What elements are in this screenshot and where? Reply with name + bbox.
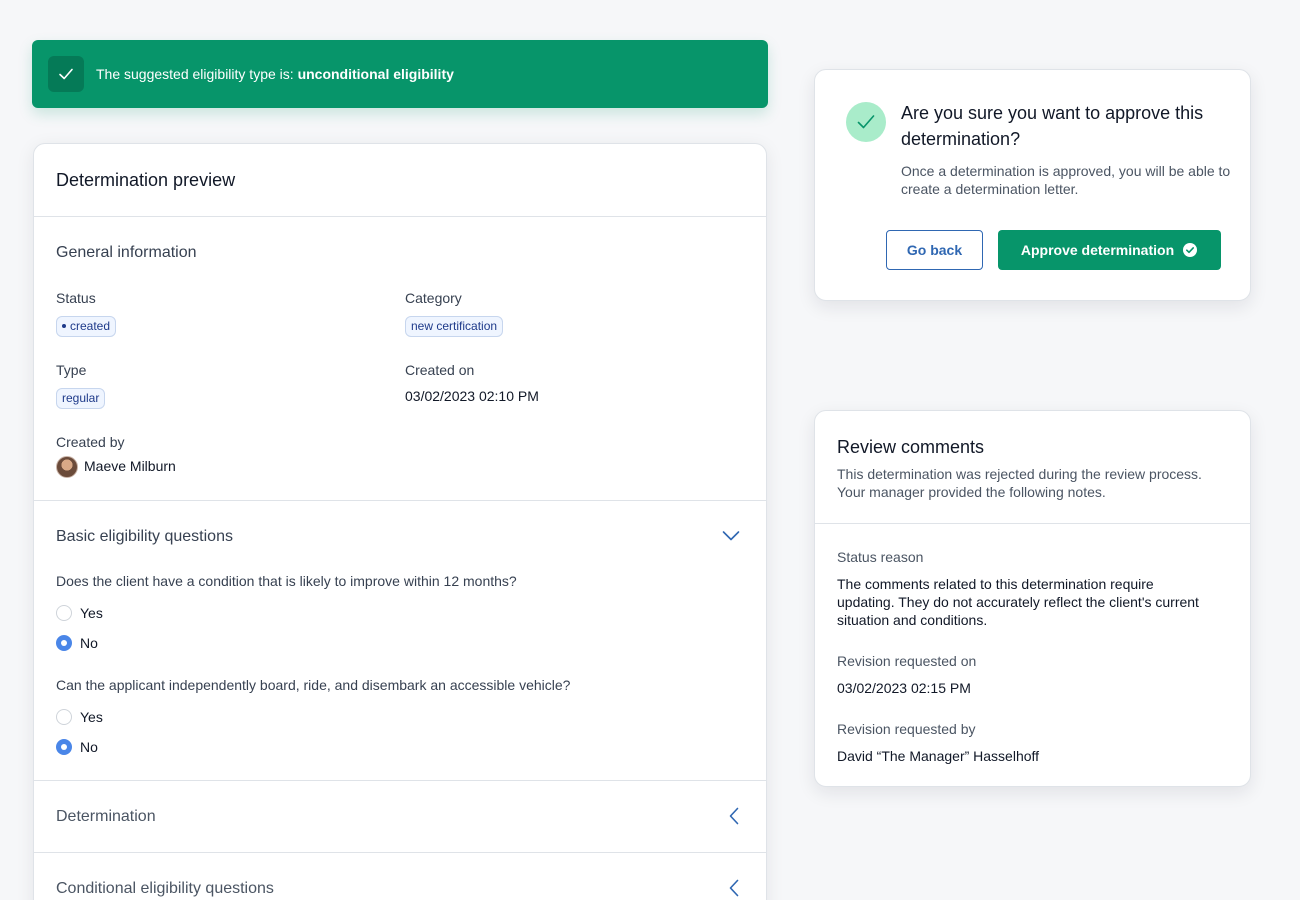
status-reason-value: The comments related to this determinati… <box>837 576 1199 628</box>
review-title: Review comments <box>837 437 985 457</box>
created-by-label: Created by <box>56 434 125 450</box>
approve-button-label: Approve determination <box>1020 242 1175 258</box>
banner-prefix: The suggested eligibility type is: <box>96 66 298 82</box>
go-back-button[interactable]: Go back <box>886 230 983 270</box>
radio-option-yes[interactable]: Yes <box>56 709 103 725</box>
section-title: Basic eligibility questions <box>56 528 233 545</box>
radio-label: Yes <box>80 605 103 621</box>
revision-by-label: Revision requested by <box>837 721 976 737</box>
question-text: Does the client have a condition that is… <box>56 573 517 589</box>
general-information-section: General information Status created Categ… <box>34 217 766 501</box>
banner-text: The suggested eligibility type is: uncon… <box>96 66 454 82</box>
section-title: General information <box>56 244 197 261</box>
radio-option-yes[interactable]: Yes <box>56 605 103 621</box>
check-circle-icon <box>1182 242 1198 258</box>
type-badge: regular <box>56 388 106 409</box>
created-by-value: Maeve Milburn <box>84 458 176 474</box>
avatar <box>56 456 78 478</box>
card-header: Determination preview <box>34 144 766 217</box>
radio-button[interactable] <box>56 605 72 621</box>
revision-on-label: Revision requested on <box>837 653 977 669</box>
radio-button-selected[interactable] <box>56 739 72 755</box>
status-label: Status <box>56 290 96 306</box>
category-badge: new certification <box>405 316 504 337</box>
radio-label: Yes <box>80 709 103 725</box>
section-title: Conditional eligibility questions <box>56 880 274 897</box>
radio-button-selected[interactable] <box>56 635 72 651</box>
approve-dialog: Are you sure you want to approve this de… <box>814 69 1251 301</box>
category-label: Category <box>405 290 462 306</box>
created-on-label: Created on <box>405 362 475 378</box>
radio-label: No <box>80 635 98 651</box>
review-description: This determination was rejected during t… <box>837 466 1202 500</box>
review-header: Review comments This determination was r… <box>815 411 1250 524</box>
chevron-left-icon[interactable] <box>728 879 740 900</box>
review-comments-card: Review comments This determination was r… <box>814 410 1251 787</box>
check-icon <box>48 56 84 92</box>
section-title: Determination <box>56 808 156 825</box>
radio-option-no[interactable]: No <box>56 635 98 651</box>
determination-preview-card: Determination preview General informatio… <box>33 143 767 900</box>
status-badge: created <box>56 316 117 337</box>
chevron-left-icon[interactable] <box>728 807 740 830</box>
card-title: Determination preview <box>56 170 236 190</box>
check-icon <box>846 102 886 142</box>
status-value: created <box>70 319 111 333</box>
radio-button[interactable] <box>56 709 72 725</box>
revision-on-value: 03/02/2023 02:15 PM <box>837 680 971 696</box>
eligibility-banner: The suggested eligibility type is: uncon… <box>32 40 768 108</box>
basic-eligibility-section[interactable]: Basic eligibility questions Does the cli… <box>34 501 766 781</box>
revision-by-value: David “The Manager” Hasselhoff <box>837 748 1040 764</box>
radio-option-no[interactable]: No <box>56 739 98 755</box>
created-on-value: 03/02/2023 02:10 PM <box>405 388 539 404</box>
dialog-title: Are you sure you want to approve this de… <box>901 103 1204 149</box>
chevron-down-icon[interactable] <box>722 529 740 547</box>
approve-determination-button[interactable]: Approve determination <box>998 230 1221 270</box>
status-dot-icon <box>62 323 66 328</box>
banner-value: unconditional eligibility <box>297 66 454 82</box>
type-label: Type <box>56 362 87 378</box>
question-text: Can the applicant independently board, r… <box>56 677 571 693</box>
dialog-description: Once a determination is approved, you wi… <box>901 163 1231 197</box>
conditional-eligibility-section[interactable]: Conditional eligibility questions <box>34 853 766 900</box>
radio-label: No <box>80 739 98 755</box>
status-reason-label: Status reason <box>837 549 924 565</box>
determination-section[interactable]: Determination <box>34 781 766 853</box>
